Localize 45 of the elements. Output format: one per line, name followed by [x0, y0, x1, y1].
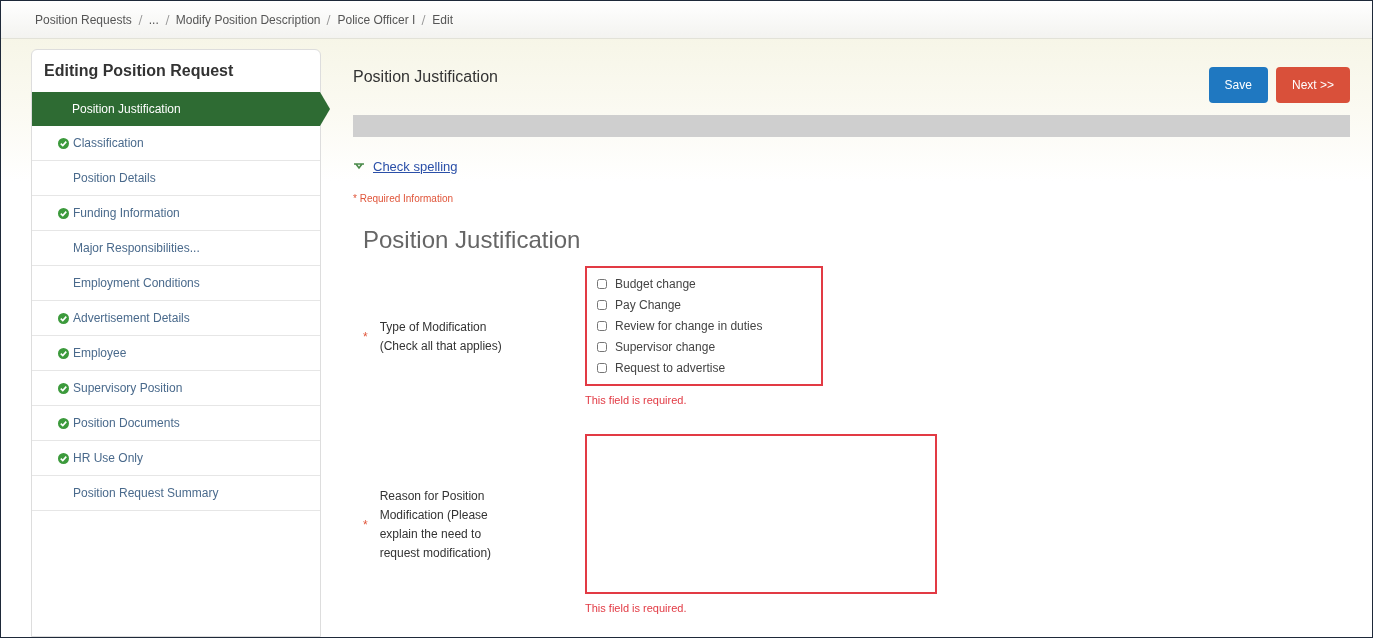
page-title: Position Justification [353, 67, 498, 87]
sidebar-item[interactable]: Position Details [32, 161, 320, 196]
breadcrumb-separator-icon [326, 14, 332, 25]
sidebar-item[interactable]: HR Use Only [32, 441, 320, 476]
breadcrumb-separator-icon [164, 14, 170, 25]
breadcrumb-current: Edit [432, 11, 453, 29]
check-spelling-link[interactable]: Check spelling [373, 157, 458, 177]
section-title: Position Justification [363, 224, 582, 255]
field-label: Reason for Position Modification (Please explain the need to request modification) [379, 488, 493, 563]
required-note: * Required Information [353, 191, 455, 206]
sidebar-item[interactable]: Position Justification [32, 92, 330, 126]
error-message: This field is required. [585, 601, 688, 616]
reason-text-area[interactable] [585, 434, 937, 594]
checkbox-label[interactable]: Supervisor change [615, 337, 716, 356]
required-mark: * [363, 328, 368, 346]
checkbox[interactable] [597, 299, 607, 310]
sidebar-item[interactable]: Employment Conditions [32, 266, 320, 301]
required-mark: * [363, 517, 368, 535]
field-label: Type of Modification (Check all that applies) [379, 318, 503, 355]
checkbox-label[interactable]: Budget change [615, 274, 696, 293]
checkbox[interactable] [597, 320, 607, 331]
sidebar-item[interactable]: Supervisory Position [32, 371, 320, 406]
checkbox-label[interactable]: Pay Change [615, 295, 682, 314]
sidebar-item[interactable]: Position Documents [32, 406, 320, 441]
breadcrumb-link[interactable]: ... [148, 10, 159, 29]
checkbox-label[interactable]: Request to advertise [615, 358, 726, 377]
checkbox[interactable] [597, 362, 607, 373]
sidebar-item[interactable]: Funding Information [32, 196, 320, 231]
breadcrumb-link[interactable]: Police Officer I [337, 10, 416, 29]
breadcrumb-link[interactable]: Position Requests [35, 10, 132, 29]
sidebar-title: Editing Position Request [43, 61, 235, 81]
error-message: This field is required. [585, 392, 688, 408]
breadcrumb-separator-icon [137, 14, 143, 25]
breadcrumb-separator-icon [421, 14, 427, 25]
sidebar-item[interactable]: Position Request Summary [32, 476, 320, 511]
checkbox[interactable] [597, 278, 607, 289]
checkbox[interactable] [597, 341, 607, 352]
checkbox-label[interactable]: Review for change in duties [615, 316, 763, 335]
save-button[interactable]: Save [1208, 67, 1268, 103]
breadcrumb-link[interactable]: Modify Position Description [175, 10, 321, 29]
sidebar-item[interactable]: Classification [32, 126, 320, 161]
sidebar-item[interactable]: Major Responsibilities... [32, 231, 320, 266]
sidebar-item[interactable]: Employee [32, 336, 320, 371]
sidebar-item[interactable]: Advertisement Details [32, 301, 320, 336]
next-button[interactable]: Next >> [1275, 67, 1350, 103]
